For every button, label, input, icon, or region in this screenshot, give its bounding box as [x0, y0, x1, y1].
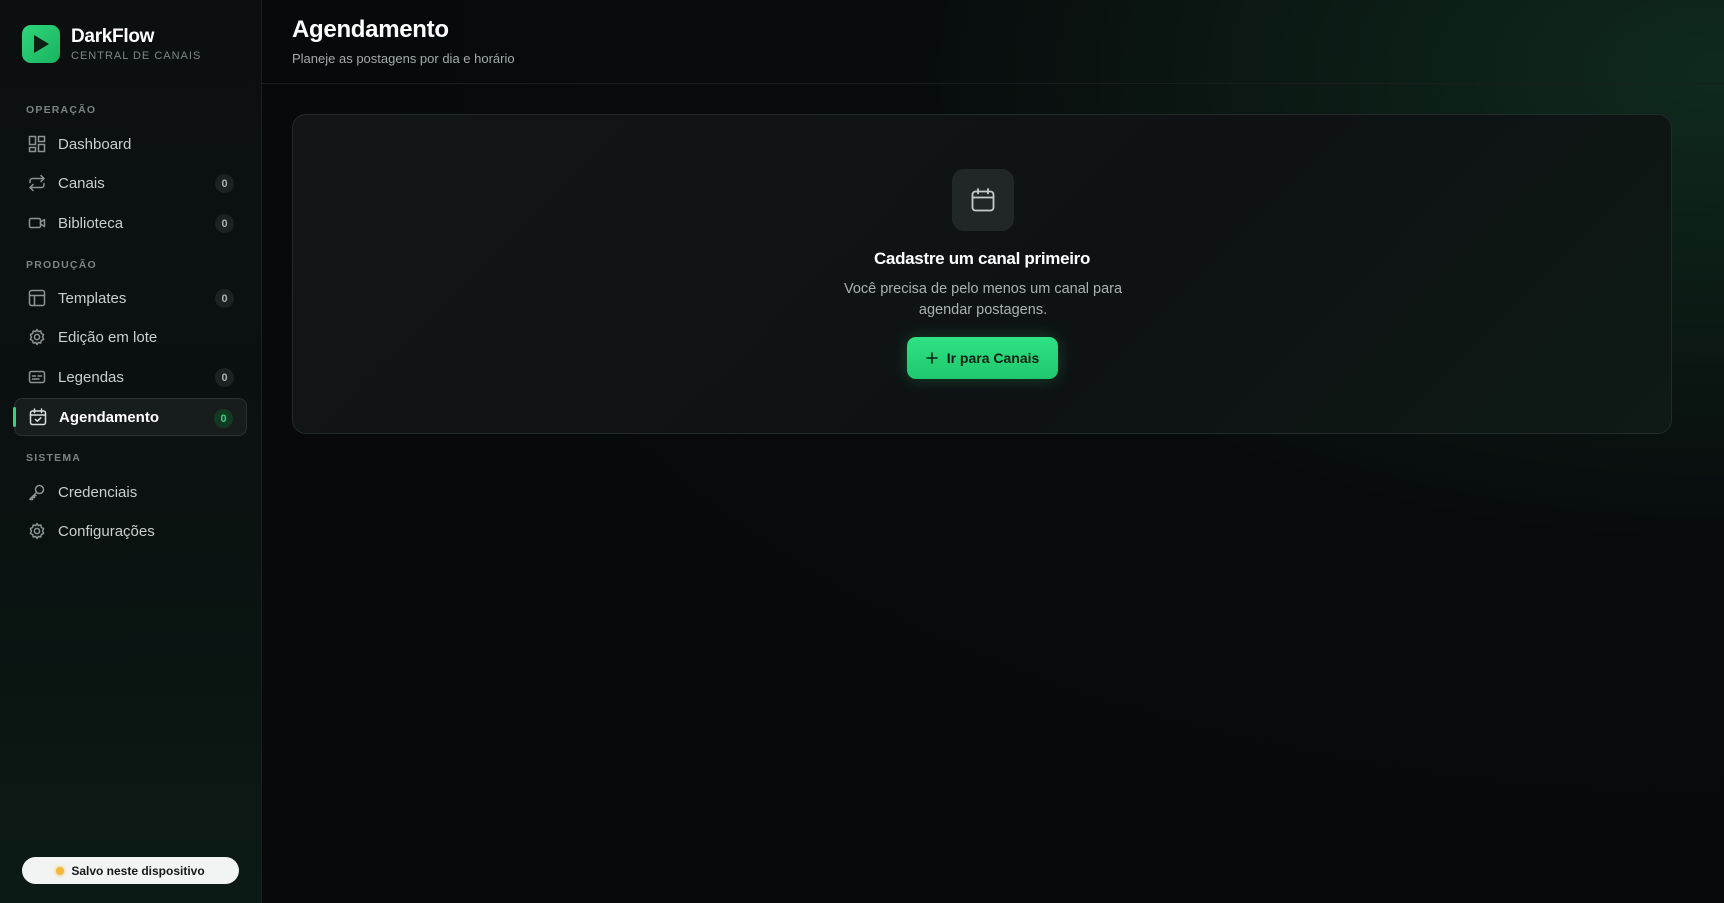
empty-state-title: Cadastre um canal primeiro: [873, 249, 1091, 268]
count-badge: 0: [215, 214, 234, 233]
sidebar-item-dashboard[interactable]: Dashboard: [14, 125, 247, 163]
brand-name: DarkFlow: [71, 26, 155, 47]
sidebar-item-configuracoes[interactable]: Configurações: [14, 512, 247, 550]
count-badge: 0: [214, 409, 233, 428]
count-badge: 0: [215, 368, 234, 387]
status-dot-icon: [56, 866, 65, 875]
sidebar-item-templates[interactable]: Templates 0: [14, 279, 247, 317]
sidebar-item-label: Canais: [58, 174, 105, 192]
empty-state-card: Cadastre um canal primeiro Você precisa …: [292, 114, 1672, 434]
sidebar-item-label: Biblioteca: [58, 214, 124, 232]
main-content: Agendamento Planeje as postagens por dia…: [262, 0, 1724, 903]
dashboard-grid-icon: [27, 134, 47, 154]
go-to-channels-button[interactable]: Ir para Canais: [907, 337, 1058, 379]
go-to-channels-label: Ir para Canais: [946, 350, 1040, 366]
brand[interactable]: DarkFlow CENTRAL DE CANAIS: [22, 25, 201, 63]
sidebar-item-label: Templates: [58, 289, 127, 307]
empty-state-description: Você precisa de pelo menos um canal para…: [843, 281, 1123, 318]
page-title: Agendamento: [292, 16, 449, 43]
page-subtitle: Planeje as postagens por dia e horário: [292, 51, 515, 66]
active-indicator: [13, 407, 16, 427]
key-icon: [27, 482, 47, 502]
video-camera-icon: [27, 213, 47, 233]
play-icon: [22, 25, 60, 63]
settings-icon: [27, 521, 47, 541]
sidebar-item-agendamento[interactable]: Agendamento 0: [14, 398, 247, 436]
calendar-icon: [952, 169, 1014, 231]
sidebar-item-legendas[interactable]: Legendas 0: [14, 358, 247, 396]
captions-icon: [27, 367, 47, 387]
sidebar-item-credenciais[interactable]: Credenciais: [14, 473, 247, 511]
section-label-operacao: OPERAÇÃO: [26, 104, 97, 116]
sidebar-item-label: Configurações: [58, 522, 155, 540]
sidebar-item-label: Credenciais: [58, 483, 138, 501]
plus-icon: [925, 349, 938, 367]
repeat-arrows-icon: [27, 173, 47, 193]
sidebar-item-label: Agendamento: [59, 408, 160, 426]
brand-subtitle: CENTRAL DE CANAIS: [71, 50, 202, 62]
sidebar-item-label: Legendas: [58, 368, 124, 386]
saved-status-pill: Salvo neste dispositivo: [22, 857, 239, 884]
gear-icon: [27, 327, 47, 347]
sidebar-item-label: Dashboard: [58, 135, 132, 153]
sidebar-item-label: Edição em lote: [58, 328, 158, 346]
sidebar: DarkFlow CENTRAL DE CANAIS OPERAÇÃO Dash…: [0, 0, 262, 903]
page-header: Agendamento Planeje as postagens por dia…: [262, 0, 1724, 84]
section-label-sistema: SISTEMA: [26, 452, 82, 464]
count-badge: 0: [215, 289, 234, 308]
sidebar-item-canais[interactable]: Canais 0: [14, 164, 247, 202]
saved-status-text: Salvo neste dispositivo: [71, 863, 205, 878]
sidebar-item-biblioteca[interactable]: Biblioteca 0: [14, 204, 247, 242]
layout-template-icon: [27, 288, 47, 308]
section-label-producao: PRODUÇÃO: [26, 259, 97, 271]
calendar-check-icon: [28, 407, 48, 427]
sidebar-item-edicao-em-lote[interactable]: Edição em lote: [14, 318, 247, 356]
count-badge: 0: [215, 174, 234, 193]
